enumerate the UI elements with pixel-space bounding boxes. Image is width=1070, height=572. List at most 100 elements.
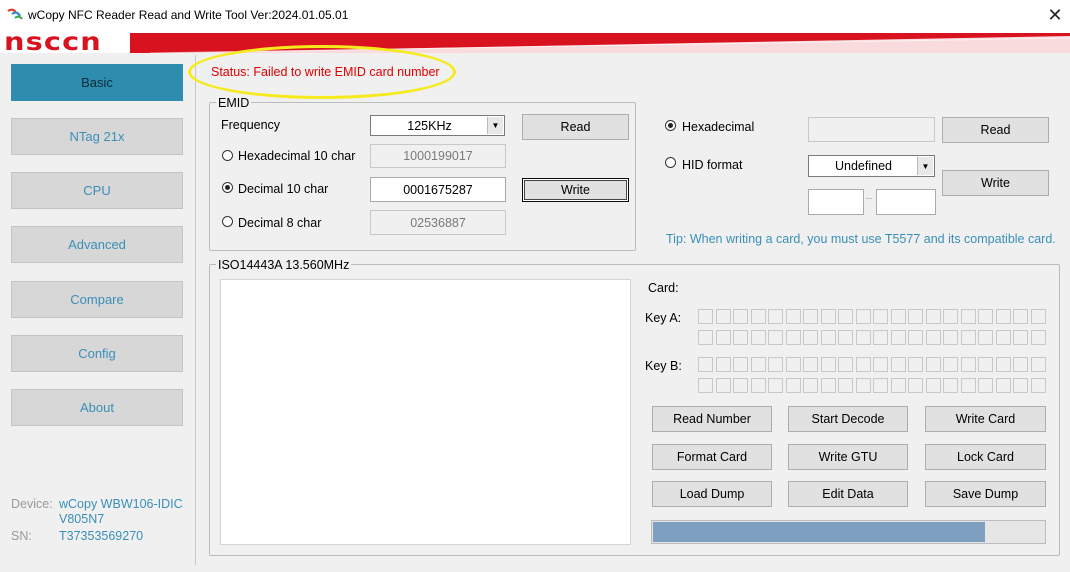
- key-byte-box: [768, 330, 783, 345]
- nav-about[interactable]: About: [11, 389, 183, 426]
- close-icon[interactable]: ✕: [1040, 0, 1070, 30]
- hid-field-1[interactable]: [808, 189, 864, 215]
- key-byte-box: [908, 378, 923, 393]
- nav-label: Basic: [81, 75, 113, 90]
- hid-hex-field[interactable]: [808, 117, 935, 142]
- key-byte-box: [995, 378, 1011, 393]
- emid-write-button[interactable]: Write: [522, 178, 629, 202]
- hid-format-label: HID format: [682, 158, 743, 172]
- hid-write-button[interactable]: Write: [942, 170, 1049, 196]
- key-byte-box: [820, 330, 836, 345]
- device-label: Device:: [11, 497, 53, 511]
- hid-format-select[interactable]: Undefined ▼: [808, 155, 935, 177]
- write-gtu-button[interactable]: Write GTU: [788, 444, 908, 470]
- nav-cpu[interactable]: CPU: [11, 172, 183, 209]
- key-byte-box: [785, 357, 801, 372]
- dec10-radio[interactable]: [222, 182, 233, 193]
- chevron-down-icon: ▼: [917, 157, 933, 175]
- key-byte-box: [908, 357, 923, 372]
- nav-compare[interactable]: Compare: [11, 281, 183, 318]
- key-byte-box: [943, 378, 958, 393]
- key-byte-box: [995, 357, 1011, 372]
- nav-ntag21x[interactable]: NTag 21x: [11, 118, 183, 155]
- nav-advanced[interactable]: Advanced: [11, 226, 183, 263]
- nav-basic[interactable]: Basic: [11, 64, 183, 101]
- dec8-label: Decimal 8 char: [238, 216, 322, 230]
- nav-label: About: [80, 400, 114, 415]
- lock-card-button[interactable]: Lock Card: [925, 444, 1046, 470]
- key-byte-box: [1030, 309, 1046, 324]
- load-dump-button[interactable]: Load Dump: [652, 481, 772, 507]
- write-card-button[interactable]: Write Card: [925, 406, 1046, 432]
- nav-label: Compare: [70, 292, 124, 307]
- key-byte-box: [960, 330, 976, 345]
- start-decode-button[interactable]: Start Decode: [788, 406, 908, 432]
- key-a-label: Key A:: [645, 311, 682, 325]
- brand-logo: nsccn: [4, 27, 102, 56]
- edit-data-button[interactable]: Edit Data: [788, 481, 908, 507]
- key-byte-box: [943, 357, 958, 372]
- frequency-select[interactable]: 125KHz ▼: [370, 115, 505, 136]
- device-version: V805N7: [59, 512, 105, 526]
- key-byte-box: [803, 357, 818, 372]
- brand-banner: [0, 30, 1070, 53]
- key-b-label: Key B:: [645, 359, 682, 373]
- hid-field-separator: --: [866, 193, 872, 203]
- key-byte-box: [838, 309, 853, 324]
- dec10-label: Decimal 10 char: [238, 182, 329, 196]
- key-byte-box: [768, 378, 783, 393]
- key-b-grid: [698, 357, 1046, 393]
- format-card-button[interactable]: Format Card: [652, 444, 772, 470]
- key-byte-box: [908, 330, 923, 345]
- read-number-button[interactable]: Read Number: [652, 406, 772, 432]
- card-label: Card:: [648, 281, 679, 295]
- key-byte-box: [803, 330, 818, 345]
- key-byte-box: [890, 309, 906, 324]
- iso-group-title: ISO14443A 13.560MHz: [216, 258, 352, 272]
- sn-label: SN:: [11, 529, 32, 543]
- sidebar-divider: [195, 55, 196, 565]
- key-byte-box: [1030, 330, 1046, 345]
- key-byte-box: [750, 378, 766, 393]
- hid-field-2[interactable]: [876, 189, 936, 215]
- key-byte-box: [820, 378, 836, 393]
- hid-format-radio[interactable]: [665, 157, 676, 168]
- key-byte-box: [995, 330, 1011, 345]
- key-byte-box: [715, 378, 731, 393]
- hid-format-value: Undefined: [835, 159, 892, 173]
- nav-label: Config: [78, 346, 116, 361]
- nav-config[interactable]: Config: [11, 335, 183, 372]
- key-byte-box: [785, 330, 801, 345]
- dec10-field[interactable]: 0001675287: [370, 177, 506, 202]
- emid-read-button[interactable]: Read: [522, 114, 629, 140]
- emid-group-title: EMID: [216, 96, 252, 110]
- key-byte-box: [698, 357, 713, 372]
- key-byte-box: [890, 378, 906, 393]
- frequency-value: 125KHz: [407, 118, 452, 133]
- key-byte-box: [1030, 357, 1046, 372]
- chevron-down-icon: ▼: [487, 117, 503, 134]
- key-byte-box: [873, 357, 888, 372]
- key-byte-box: [768, 357, 783, 372]
- key-byte-box: [698, 309, 713, 324]
- iso-log-textarea[interactable]: [220, 279, 631, 545]
- dec8-radio[interactable]: [222, 216, 233, 227]
- key-byte-box: [750, 357, 766, 372]
- key-byte-box: [890, 330, 906, 345]
- key-byte-box: [855, 309, 871, 324]
- key-byte-box: [820, 357, 836, 372]
- key-byte-box: [855, 330, 871, 345]
- save-dump-button[interactable]: Save Dump: [925, 481, 1046, 507]
- dec8-field[interactable]: 02536887: [370, 210, 506, 235]
- key-byte-box: [978, 378, 993, 393]
- tip-text: Tip: When writing a card, you must use T…: [666, 232, 1056, 246]
- hex10-field[interactable]: 1000199017: [370, 144, 506, 168]
- key-byte-box: [960, 357, 976, 372]
- hid-hex-radio[interactable]: [665, 120, 676, 131]
- sn-value: T37353569270: [59, 529, 144, 543]
- hex10-radio[interactable]: [222, 150, 233, 161]
- key-byte-box: [943, 330, 958, 345]
- key-byte-box: [925, 309, 941, 324]
- key-byte-box: [750, 330, 766, 345]
- hid-read-button[interactable]: Read: [942, 117, 1049, 143]
